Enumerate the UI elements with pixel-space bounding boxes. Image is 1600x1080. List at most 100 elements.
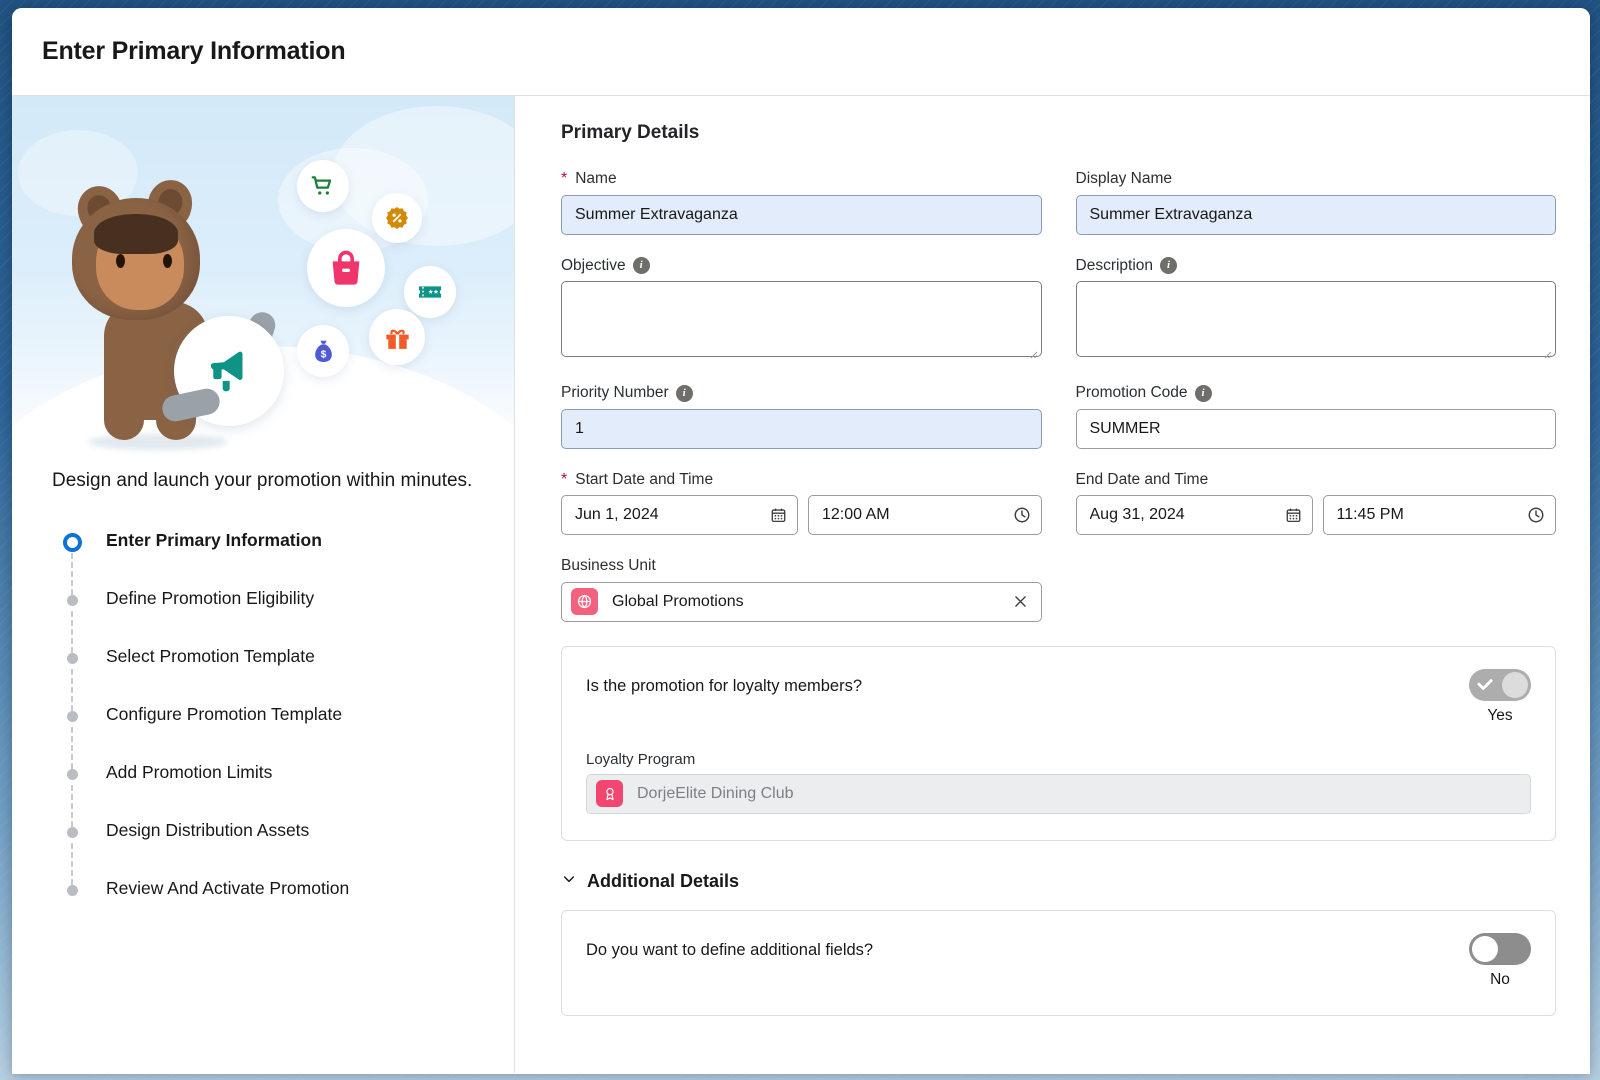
field-label-start-date-time: * Start Date and Time xyxy=(561,471,1042,490)
form-row-dates: * Start Date and Time Jun 1, 2024 12:00 … xyxy=(561,471,1556,536)
business-unit-input[interactable]: Global Promotions xyxy=(561,581,1042,622)
additional-fields-toggle-label: No xyxy=(1490,970,1510,988)
globe-icon xyxy=(571,588,598,616)
business-unit-value: Global Promotions xyxy=(612,592,744,610)
additional-details-title: Additional Details xyxy=(587,870,740,891)
additional-fields-question: Do you want to define additional fields? xyxy=(586,940,874,959)
label-text: Start Date and Time xyxy=(575,470,714,488)
end-date-wrap xyxy=(1075,495,1313,536)
step-connector xyxy=(71,726,73,769)
field-label-promotion-code: Promotion Code i xyxy=(1076,384,1557,403)
gift-icon xyxy=(369,309,425,365)
additional-fields-panel: Do you want to define additional fields?… xyxy=(561,909,1556,1016)
field-label-priority-number: Priority Number i xyxy=(561,384,1042,403)
additional-details-header[interactable]: Additional Details xyxy=(561,871,1556,892)
toggle-knob xyxy=(1472,935,1498,962)
field-spacer xyxy=(1076,557,1557,622)
field-label-end-date-time: End Date and Time xyxy=(1076,471,1557,490)
start-date-time-group xyxy=(561,495,1042,536)
svg-text:$: $ xyxy=(320,349,326,360)
field-description: Description i xyxy=(1075,256,1556,363)
mascot-eye xyxy=(116,254,125,268)
sidebar-step-configure-promotion-template[interactable]: Configure Promotion Template xyxy=(12,703,514,769)
step-label: Define Promotion Eligibility xyxy=(106,587,315,608)
end-time-input[interactable] xyxy=(1322,495,1556,536)
info-icon[interactable]: i xyxy=(1160,257,1178,275)
mascot-eye xyxy=(163,254,172,268)
field-promotion-code: Promotion Code i xyxy=(1075,384,1557,449)
close-icon[interactable] xyxy=(1009,590,1033,614)
step-label: Review And Activate Promotion xyxy=(106,877,350,898)
start-date-input[interactable] xyxy=(561,495,798,536)
sidebar-step-add-promotion-limits[interactable]: Add Promotion Limits xyxy=(12,761,514,827)
page-body: $ Design and launch your promotion withi… xyxy=(12,96,1590,1073)
label-text: Description xyxy=(1075,256,1154,274)
promotion-code-input[interactable] xyxy=(1075,408,1556,449)
sidebar-step-review-and-activate-promotion[interactable]: Review And Activate Promotion xyxy=(12,877,514,935)
field-label-loyalty-program: Loyalty Program xyxy=(586,750,696,768)
start-time-wrap xyxy=(808,495,1042,536)
sidebar-step-select-promotion-template[interactable]: Select Promotion Template xyxy=(12,645,514,711)
sidebar-step-design-distribution-assets[interactable]: Design Distribution Assets xyxy=(12,819,514,885)
chevron-down-icon xyxy=(561,871,577,892)
objective-textarea[interactable] xyxy=(561,281,1042,358)
loyalty-question: Is the promotion for loyalty members? xyxy=(586,676,863,695)
field-end-date-time: End Date and Time xyxy=(1075,471,1557,536)
loyalty-question-row: Is the promotion for loyalty members? Ye… xyxy=(586,668,1531,725)
name-input[interactable] xyxy=(561,194,1042,235)
display-name-input[interactable] xyxy=(1075,194,1556,235)
loyalty-toggle-label: Yes xyxy=(1487,706,1513,724)
priority-number-input[interactable] xyxy=(561,408,1042,449)
label-text: Priority Number xyxy=(561,384,669,402)
sidebar-step-define-promotion-eligibility[interactable]: Define Promotion Eligibility xyxy=(12,587,514,653)
mascot-hair xyxy=(94,214,178,254)
additional-fields-toggle[interactable] xyxy=(1469,932,1531,965)
shopping-bag-icon xyxy=(307,229,385,307)
field-name: * Name xyxy=(561,170,1042,235)
form-row-priority-code: Priority Number i Promotion Code i xyxy=(561,384,1556,449)
section-title: Primary Details xyxy=(561,122,700,143)
label-text: End Date and Time xyxy=(1075,470,1209,488)
end-date-input[interactable] xyxy=(1075,495,1313,536)
step-marker-pending xyxy=(62,765,82,785)
required-asterisk: * xyxy=(561,471,568,489)
business-unit-wrap: Global Promotions xyxy=(561,581,1042,622)
objective-textarea-wrap xyxy=(561,281,1042,362)
form-row-objective-description: Objective i Description i xyxy=(561,257,1556,363)
description-textarea[interactable] xyxy=(1075,281,1556,358)
loyalty-members-toggle[interactable] xyxy=(1469,668,1531,701)
hero-illustration: $ xyxy=(12,96,514,456)
sidebar-caption: Design and launch your promotion within … xyxy=(52,470,473,491)
step-label: Add Promotion Limits xyxy=(106,761,273,782)
loyalty-program-input: DorjeElite Dining Club xyxy=(586,773,1531,814)
shopping-cart-icon xyxy=(297,160,349,212)
step-label: Design Distribution Assets xyxy=(106,819,310,840)
label-text: Promotion Code xyxy=(1075,384,1188,402)
field-start-date-time: * Start Date and Time xyxy=(561,471,1042,536)
field-business-unit: Business Unit Global Promotions xyxy=(561,557,1042,622)
start-time-input[interactable] xyxy=(808,495,1042,536)
step-connector xyxy=(71,784,73,827)
check-icon xyxy=(1476,674,1494,691)
label-text: Name xyxy=(575,170,617,187)
form-row-business-unit: Business Unit Global Promotions xyxy=(561,557,1556,622)
app-window: Enter Primary Information $ Design and l… xyxy=(12,8,1590,1074)
ticket-icon xyxy=(404,266,456,318)
info-icon[interactable]: i xyxy=(632,257,650,275)
end-time-wrap xyxy=(1322,495,1556,536)
step-connector xyxy=(71,552,73,595)
loyalty-panel: Is the promotion for loyalty members? Ye… xyxy=(561,645,1556,841)
label-text: Display Name xyxy=(1075,170,1172,187)
percent-badge-icon xyxy=(372,193,422,243)
info-icon[interactable]: i xyxy=(1194,384,1212,402)
sidebar-step-enter-primary-information[interactable]: Enter Primary Information xyxy=(12,529,514,595)
form-row-names: * Name Display Name xyxy=(561,170,1556,235)
mascot-shadow xyxy=(88,434,228,450)
additional-fields-row: Do you want to define additional fields?… xyxy=(586,932,1531,989)
step-marker-pending xyxy=(62,881,82,901)
step-connector xyxy=(71,610,73,653)
info-icon[interactable]: i xyxy=(675,384,693,402)
label-text: Objective xyxy=(561,256,626,274)
step-marker-pending xyxy=(62,649,82,669)
step-marker-pending xyxy=(62,591,82,611)
